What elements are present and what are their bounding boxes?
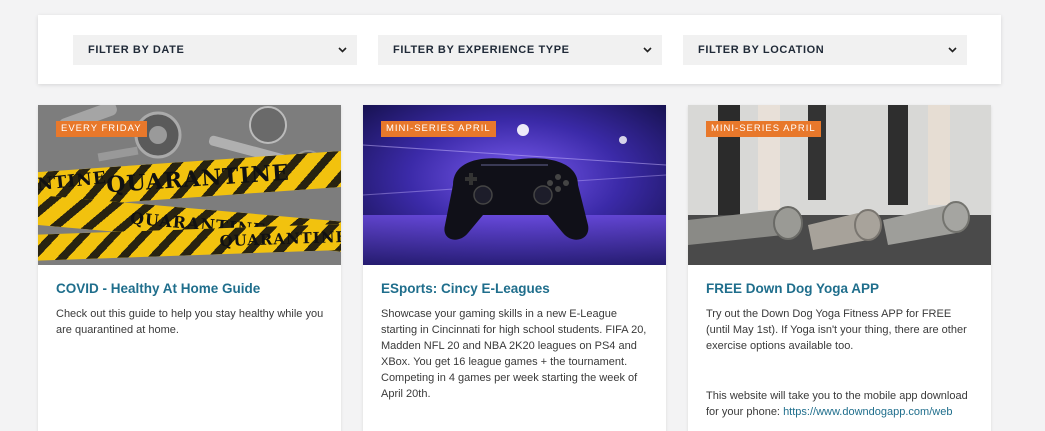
card-title[interactable]: FREE Down Dog Yoga APP	[706, 281, 879, 296]
card-badge: MINI-SERIES APRIL	[706, 121, 821, 137]
card-description: Showcase your gaming skills in a new E-L…	[381, 308, 647, 400]
yoga-mats-image: MINI-SERIES APRIL	[688, 105, 991, 265]
card-badge: MINI-SERIES APRIL	[381, 121, 496, 137]
game-controller-image: MINI-SERIES APRIL	[363, 105, 666, 265]
filter-bar: FILTER BY DATE FILTER BY EXPERIENCE TYPE…	[38, 15, 1001, 84]
card-description-link-text: This website will take you to the mobile…	[706, 388, 976, 420]
filter-by-date-dropdown[interactable]: FILTER BY DATE	[73, 35, 357, 65]
chevron-down-icon	[642, 45, 652, 55]
card-badge: EVERY FRIDAY	[56, 121, 147, 137]
filter-by-location-dropdown[interactable]: FILTER BY LOCATION	[683, 35, 967, 65]
filter-by-date-label: FILTER BY DATE	[88, 44, 185, 56]
event-card-esports[interactable]: MINI-SERIES APRIL ESports: Cincy E-Leagu…	[363, 105, 666, 431]
chevron-down-icon	[337, 45, 347, 55]
card-title[interactable]: ESports: Cincy E-Leagues	[381, 281, 550, 296]
downdog-web-link[interactable]: https://www.downdogapp.com/web	[783, 406, 952, 418]
card-description: Check out this guide to help you stay he…	[56, 308, 324, 336]
event-card-covid[interactable]: QUARANTINE RANTINE QUARANTINE QUARANTINE…	[38, 105, 341, 431]
card-description: Try out the Down Dog Yoga Fitness APP fo…	[706, 308, 967, 352]
quarantine-tape-image: QUARANTINE RANTINE QUARANTINE QUARANTINE…	[38, 105, 341, 265]
chevron-down-icon	[947, 45, 957, 55]
filter-by-experience-type-label: FILTER BY EXPERIENCE TYPE	[393, 44, 570, 56]
filter-by-experience-type-dropdown[interactable]: FILTER BY EXPERIENCE TYPE	[378, 35, 662, 65]
event-card-yoga[interactable]: MINI-SERIES APRIL FREE Down Dog Yoga APP…	[688, 105, 991, 431]
filter-by-location-label: FILTER BY LOCATION	[698, 44, 825, 56]
card-title[interactable]: COVID - Healthy At Home Guide	[56, 281, 260, 296]
